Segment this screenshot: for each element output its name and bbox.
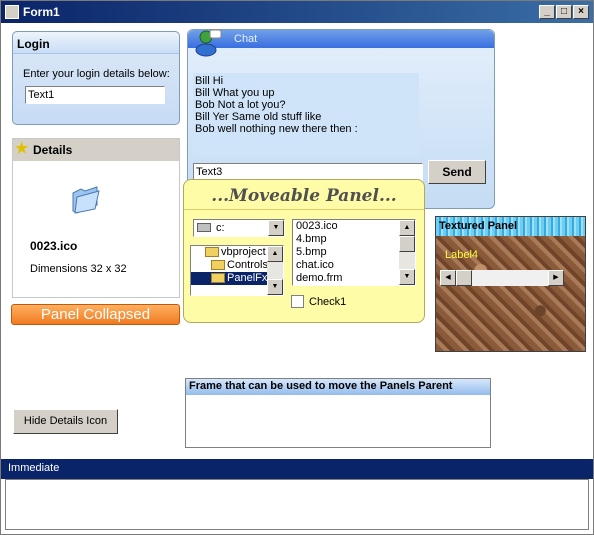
details-panel: ★ Details 0023.ico Dimensions 32 x 32 bbox=[12, 138, 180, 298]
chat-message: Bill What you up bbox=[195, 87, 275, 99]
check1-label[interactable]: Check1 bbox=[309, 296, 346, 308]
main-window: Form1 _ □ × Login Enter your login detai… bbox=[0, 0, 594, 535]
details-title: Details bbox=[33, 143, 73, 157]
chat-title: Chat bbox=[188, 30, 494, 48]
folder-icon bbox=[211, 273, 225, 284]
chevron-down-icon[interactable]: ▼ bbox=[268, 220, 284, 236]
list-item[interactable]: chat.ico bbox=[294, 259, 398, 272]
details-filename: 0023.ico bbox=[30, 239, 78, 253]
scrollbar[interactable]: ▲ ▼ bbox=[267, 246, 283, 295]
folder-icon bbox=[205, 247, 219, 258]
moveable-title[interactable]: ...Moveable Panel... bbox=[184, 180, 424, 210]
login-panel: Login Enter your login details below: bbox=[12, 31, 180, 125]
scroll-down-icon[interactable]: ▼ bbox=[399, 269, 415, 285]
immediate-window: Immediate bbox=[1, 459, 593, 535]
send-button[interactable]: Send bbox=[428, 160, 486, 184]
minimize-button[interactable]: _ bbox=[539, 5, 555, 19]
details-dimensions: Dimensions 32 x 32 bbox=[30, 263, 127, 275]
chat-message: Bob Not a lot you? bbox=[195, 99, 286, 111]
list-item[interactable]: 5.bmp bbox=[294, 246, 398, 259]
login-prompt: Enter your login details below: bbox=[23, 68, 170, 80]
drive-value: c: bbox=[216, 222, 225, 234]
scroll-right-icon[interactable]: ▶ bbox=[548, 270, 564, 286]
check1-checkbox[interactable] bbox=[291, 295, 304, 308]
list-item[interactable]: 4.bmp bbox=[294, 233, 398, 246]
star-icon: ★ bbox=[15, 140, 29, 157]
scroll-down-icon[interactable]: ▼ bbox=[267, 279, 283, 295]
drive-icon bbox=[197, 223, 211, 232]
label4: Label4 bbox=[445, 249, 479, 261]
textured-panel: Textured Panel Label4 ◀ ▶ bbox=[435, 216, 586, 352]
horizontal-scrollbar[interactable]: ◀ ▶ bbox=[440, 270, 564, 286]
file-list[interactable]: 0023.ico 4.bmp 5.bmp chat.ico demo.frm ▲… bbox=[292, 219, 416, 286]
immediate-title: Immediate bbox=[1, 459, 593, 479]
folder-list[interactable]: vbproject Controls PanelFx ▲ ▼ bbox=[190, 245, 284, 296]
close-button[interactable]: × bbox=[573, 5, 589, 19]
textured-title: Textured Panel bbox=[436, 217, 585, 236]
scrollbar[interactable]: ▲ ▼ bbox=[399, 220, 415, 285]
scroll-up-icon[interactable]: ▲ bbox=[399, 220, 415, 236]
collapsed-panel[interactable]: Panel Collapsed bbox=[11, 304, 180, 325]
chat-message: Bill Yer Same old stuff like bbox=[195, 111, 322, 123]
app-icon bbox=[5, 5, 19, 19]
details-header: ★ Details bbox=[13, 139, 179, 161]
list-item[interactable]: vbproject bbox=[191, 246, 267, 259]
frame-title[interactable]: Frame that can be used to move the Panel… bbox=[186, 379, 490, 395]
list-item[interactable]: demo.frm bbox=[294, 272, 398, 285]
messenger-icon bbox=[195, 29, 222, 57]
list-item[interactable]: Controls bbox=[191, 259, 268, 272]
folder-icon bbox=[211, 260, 225, 271]
chat-message: Bob well nothing new there then : bbox=[195, 123, 358, 135]
scroll-thumb[interactable] bbox=[399, 236, 415, 252]
maximize-button[interactable]: □ bbox=[556, 5, 572, 19]
hide-details-icon-button[interactable]: Hide Details Icon bbox=[13, 409, 118, 434]
title-bar[interactable]: Form1 _ □ × bbox=[1, 1, 593, 23]
list-item[interactable]: PanelFx bbox=[191, 272, 267, 285]
scroll-up-icon[interactable]: ▲ bbox=[267, 246, 283, 262]
window-title: Form1 bbox=[23, 5, 60, 19]
mover-frame[interactable]: Frame that can be used to move the Panel… bbox=[185, 378, 491, 448]
immediate-text-area[interactable] bbox=[5, 479, 589, 530]
login-text-field[interactable] bbox=[25, 86, 165, 104]
list-item[interactable]: 0023.ico bbox=[294, 220, 398, 233]
drive-combo[interactable]: c: ▼ bbox=[193, 219, 285, 237]
chat-log: Bill Hi Bill What you up Bob Not a lot y… bbox=[193, 73, 419, 155]
scroll-left-icon[interactable]: ◀ bbox=[440, 270, 456, 286]
scroll-thumb[interactable] bbox=[456, 270, 472, 286]
folder-icon bbox=[72, 186, 100, 214]
login-title: Login bbox=[13, 32, 179, 54]
chat-message: Bill Hi bbox=[195, 75, 224, 87]
